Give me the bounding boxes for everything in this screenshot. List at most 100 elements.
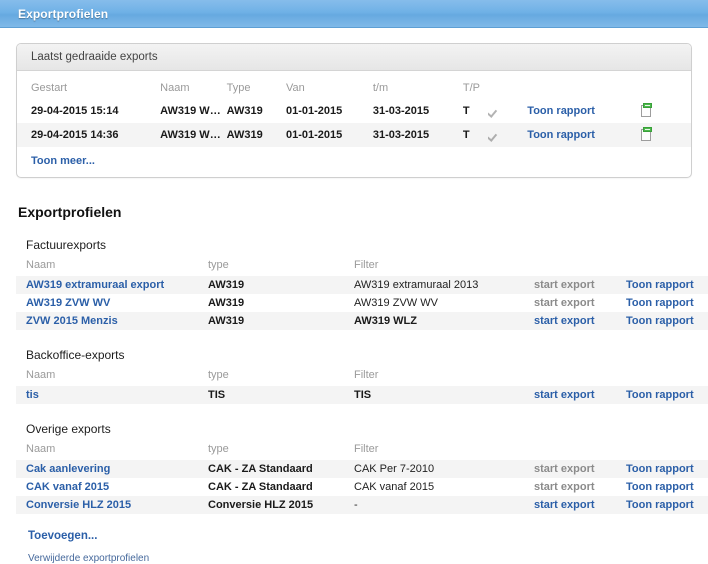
cell-report[interactable]: Toon rapport	[626, 386, 708, 404]
export-profile-link[interactable]: CAK vanaf 2015	[26, 481, 109, 493]
cell-type: AW319	[226, 123, 286, 147]
recent-exports-table: Gestart Naam Type Van t/m T/P 29-04-2015…	[17, 77, 691, 147]
show-report-link[interactable]: Toon rapport	[626, 499, 694, 511]
section-title: Backoffice-exports	[26, 348, 125, 362]
cell-naam[interactable]: tis	[16, 386, 208, 404]
col-start	[534, 365, 626, 386]
cell-gestart: 29-04-2015 15:14	[17, 99, 161, 123]
export-profile-link[interactable]: Conversie HLZ 2015	[26, 499, 131, 511]
show-report-link[interactable]: Toon rapport	[527, 105, 595, 117]
start-export-link: start export	[534, 297, 595, 309]
cell-report[interactable]: Toon rapport	[527, 123, 640, 147]
cell-naam[interactable]: Cak aanlevering	[16, 460, 208, 478]
show-report-link[interactable]: Toon rapport	[626, 297, 694, 309]
cell-tm: 31-03-2015	[372, 99, 463, 123]
cell-start[interactable]: start export	[534, 312, 626, 330]
start-export-link[interactable]: start export	[534, 315, 595, 327]
cell-report[interactable]: Toon rapport	[626, 294, 708, 312]
export-profile-link[interactable]: AW319 extramuraal export	[26, 279, 164, 291]
cell-van: 01-01-2015	[285, 123, 373, 147]
cell-filter: AW319 WLZ	[354, 312, 534, 330]
exports-body: Cak aanlevering CAK - ZA Standaard CAK P…	[16, 460, 708, 514]
cell-naam[interactable]: CAK vanaf 2015	[16, 478, 208, 496]
col-report	[626, 439, 708, 460]
cell-tp: T	[462, 123, 489, 147]
check-icon	[488, 104, 500, 116]
show-report-link[interactable]: Toon rapport	[626, 481, 694, 493]
cell-report[interactable]: Toon rapport	[626, 478, 708, 496]
cell-report[interactable]: Toon rapport	[626, 460, 708, 478]
cell-start[interactable]: start export	[534, 496, 626, 514]
cell-type: AW319	[208, 294, 354, 312]
table-row: Conversie HLZ 2015 Conversie HLZ 2015 - …	[16, 496, 708, 514]
col-naam: Naam	[26, 369, 56, 381]
cell-naam[interactable]: Conversie HLZ 2015	[16, 496, 208, 514]
document-green-icon[interactable]	[640, 103, 653, 119]
table-header-row: Naam type Filter	[16, 439, 708, 460]
cell-type: AW319	[226, 99, 286, 123]
table-row: AW319 ZVW WV AW319 AW319 ZVW WV start ex…	[16, 294, 708, 312]
show-more-link[interactable]: Toon meer...	[31, 155, 95, 167]
cell-type: CAK - ZA Standaard	[208, 460, 354, 478]
start-export-link[interactable]: start export	[534, 389, 595, 401]
col-type: type	[208, 369, 229, 381]
page-content: Laatst gedraaide exports Gestart Naam Ty…	[0, 43, 708, 564]
export-profile-link[interactable]: tis	[26, 389, 39, 401]
col-type: type	[208, 443, 229, 455]
cell-tm: 31-03-2015	[372, 123, 463, 147]
cell-type: AW319	[208, 312, 354, 330]
export-profile-link[interactable]: ZVW 2015 Menzis	[26, 315, 118, 327]
page-title: Exportprofielen	[18, 204, 122, 220]
table-row: tis TIS TIS start export Toon rapport	[16, 386, 708, 404]
cell-naam[interactable]: AW319 extramuraal export	[16, 276, 208, 294]
cell-type: CAK - ZA Standaard	[208, 478, 354, 496]
cell-type: TIS	[208, 386, 354, 404]
col-naam: Naam	[26, 259, 56, 271]
cell-naam[interactable]: ZVW 2015 Menzis	[16, 312, 208, 330]
table-row: 29-04-2015 14:36 AW319 WLZ AW319 01-01-2…	[17, 123, 691, 147]
table-header-row: Naam type Filter	[16, 255, 708, 276]
cell-naam: AW319 WLZ	[160, 123, 227, 147]
cell-report[interactable]: Toon rapport	[626, 496, 708, 514]
col-tm: t/m	[372, 82, 389, 94]
cell-filter: CAK vanaf 2015	[354, 478, 534, 496]
export-profile-link[interactable]: AW319 ZVW WV	[26, 297, 110, 309]
col-filter: Filter	[354, 443, 379, 455]
table-row: ZVW 2015 Menzis AW319 AW319 WLZ start ex…	[16, 312, 708, 330]
cell-filter: CAK Per 7-2010	[354, 460, 534, 478]
cell-type: Conversie HLZ 2015	[208, 496, 354, 514]
show-report-link[interactable]: Toon rapport	[626, 315, 694, 327]
cell-naam[interactable]: AW319 ZVW WV	[16, 294, 208, 312]
show-report-link[interactable]: Toon rapport	[527, 129, 595, 141]
table-row: Cak aanlevering CAK - ZA Standaard CAK P…	[16, 460, 708, 478]
export-profile-link[interactable]: Cak aanlevering	[26, 463, 110, 475]
show-report-link[interactable]: Toon rapport	[626, 389, 694, 401]
col-naam: Naam	[160, 82, 190, 94]
start-export-link[interactable]: start export	[534, 499, 595, 511]
deleted-profiles-link[interactable]: Verwijderde exportprofielen	[28, 553, 692, 564]
document-green-icon[interactable]	[640, 127, 653, 143]
start-export-link: start export	[534, 463, 595, 475]
col-type: Type	[226, 82, 251, 94]
cell-download[interactable]	[639, 123, 691, 147]
footer-links: Toevoegen... Verwijderde exportprofielen	[28, 530, 692, 564]
col-download	[640, 77, 691, 99]
cell-filter: -	[354, 496, 534, 514]
col-start	[534, 255, 626, 276]
show-report-link[interactable]: Toon rapport	[626, 463, 694, 475]
show-report-link[interactable]: Toon rapport	[626, 279, 694, 291]
exports-table: Naam type Filter Cak aanlevering CAK - Z…	[16, 439, 708, 514]
page-title-bar-label: Exportprofielen	[18, 6, 109, 21]
cell-report[interactable]: Toon rapport	[527, 99, 640, 123]
add-profile-link[interactable]: Toevoegen...	[28, 530, 97, 542]
col-status	[488, 77, 527, 99]
cell-download[interactable]	[639, 99, 691, 123]
cell-filter: TIS	[354, 386, 534, 404]
recent-exports-panel-title: Laatst gedraaide exports	[31, 51, 158, 63]
cell-report[interactable]: Toon rapport	[626, 312, 708, 330]
cell-report[interactable]: Toon rapport	[626, 276, 708, 294]
col-report	[626, 365, 708, 386]
cell-start[interactable]: start export	[534, 386, 626, 404]
check-icon	[488, 128, 500, 140]
cell-status	[488, 99, 528, 123]
